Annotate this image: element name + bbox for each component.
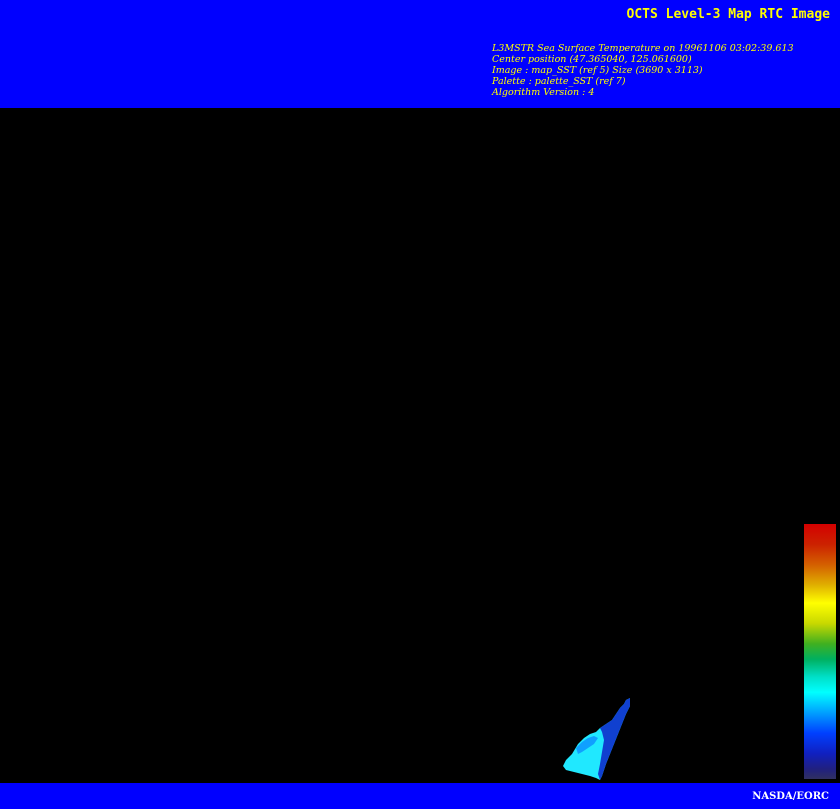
metadata-center-line: Center position (47.365040, 125.061600) xyxy=(492,54,692,65)
sst-map-image xyxy=(0,108,840,783)
image-metadata: L3MSTR Sea Surface Temperature on 199611… xyxy=(492,43,794,98)
metadata-algorithm-line: Algorithm Version : 4 xyxy=(492,87,595,98)
metadata-product-line: L3MSTR Sea Surface Temperature on 199611… xyxy=(492,43,794,54)
metadata-palette-line: Palette : palette_SST (ref 7) xyxy=(492,76,626,87)
sst-map-canvas xyxy=(563,698,630,780)
sst-color-palette xyxy=(804,524,836,779)
header-banner: OCTS Level-3 Map RTC Image L3MSTR Sea Su… xyxy=(0,0,840,108)
metadata-image-line: Image : map_SST (ref 5) Size (3690 x 311… xyxy=(492,65,703,76)
page-title: OCTS Level-3 Map RTC Image xyxy=(626,7,831,22)
credit-label: NASDA/EORC xyxy=(752,791,829,802)
footer-banner: NASDA/EORC xyxy=(0,783,840,809)
